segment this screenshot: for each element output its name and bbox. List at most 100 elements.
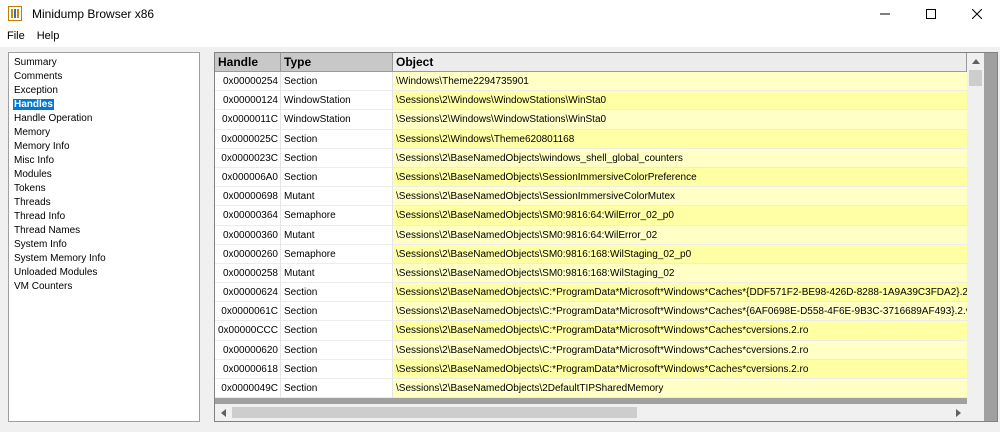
type-cell[interactable]: Section [281, 359, 393, 379]
type-cell[interactable]: Section [281, 379, 393, 399]
horizontal-scroll-thumb[interactable] [232, 407, 637, 418]
type-cell[interactable]: Section [281, 302, 393, 322]
object-cell[interactable]: \Sessions\2\Windows\Theme620801168 [393, 129, 967, 149]
table-row[interactable]: 0x00000124 WindowStation \Sessions\2\Windo… [215, 91, 967, 111]
handle-cell[interactable]: 0x00000258 [215, 263, 281, 284]
nav-item-modules[interactable]: Modules [13, 168, 199, 182]
table-row[interactable]: 0x00000360 Mutant \Sessions\2\BaseNamedObj… [215, 225, 967, 245]
nav-item-system-memory-info[interactable]: System Memory Info [13, 252, 199, 266]
handle-cell[interactable]: 0x0000049C [215, 379, 281, 399]
handle-cell[interactable]: 0x0000023C [215, 148, 281, 168]
object-cell[interactable]: \Windows\Theme2294735901 [393, 72, 967, 92]
type-cell[interactable]: Semaphore [281, 206, 393, 226]
object-cell[interactable]: \Sessions\2\BaseNamedObjects\SM0:9816:64… [393, 225, 967, 245]
type-cell[interactable]: Mutant [281, 263, 393, 284]
handle-cell[interactable]: 0x000006A0 [215, 167, 281, 188]
table-row[interactable]: 0x00000254 Section \Windows\Theme229473590… [215, 72, 967, 92]
maximize-button[interactable] [908, 0, 954, 27]
handle-cell[interactable]: 0x00000360 [215, 225, 281, 245]
handles-grid[interactable]: Handle Type Object 0x00000254 Section \Win… [214, 52, 998, 422]
menu-help[interactable]: Help [31, 27, 66, 47]
handle-cell[interactable]: 0x00000260 [215, 244, 281, 264]
handle-cell[interactable]: 0x00000254 [215, 72, 281, 92]
nav-item-memory-info[interactable]: Memory Info [13, 140, 199, 154]
menu-file[interactable]: File [0, 27, 31, 47]
table-row[interactable]: 0x00000364 Semaphore \Sessions\2\BaseNamed… [215, 206, 967, 226]
object-cell[interactable]: \Sessions\2\BaseNamedObjects\C:*ProgramD… [393, 321, 967, 341]
type-cell[interactable]: Mutant [281, 225, 393, 245]
type-cell[interactable]: Semaphore [281, 244, 393, 264]
object-cell[interactable]: \Sessions\2\BaseNamedObjects\SessionImme… [393, 167, 967, 188]
object-cell[interactable]: \Sessions\2\BaseNamedObjects\SM0:9816:16… [393, 263, 967, 284]
handle-cell[interactable]: 0x0000061C [215, 302, 281, 322]
nav-item-system-info[interactable]: System Info [13, 238, 199, 252]
scroll-left-button[interactable] [215, 404, 232, 421]
column-header-handle[interactable]: Handle [215, 53, 281, 72]
nav-item-exception[interactable]: Exception [13, 84, 199, 98]
type-cell[interactable]: Mutant [281, 187, 393, 207]
nav-item-vm-counters[interactable]: VM Counters [13, 280, 199, 294]
close-button[interactable] [954, 0, 1000, 27]
type-cell[interactable]: WindowStation [281, 110, 393, 130]
handle-cell[interactable]: 0x00000618 [215, 359, 281, 379]
scroll-up-button[interactable] [967, 53, 984, 70]
object-cell[interactable]: \Sessions\2\BaseNamedObjects\C:*ProgramD… [393, 359, 967, 379]
type-cell[interactable]: Section [281, 167, 393, 188]
scroll-right-button[interactable] [950, 404, 967, 421]
handle-cell[interactable]: 0x0000011C [215, 110, 281, 130]
object-cell[interactable]: \Sessions\2\BaseNamedObjects\SessionImme… [393, 187, 967, 207]
object-cell[interactable]: \Sessions\2\BaseNamedObjects\C:*ProgramD… [393, 302, 967, 322]
table-row[interactable]: 0x00000624 Section \Sessions\2\BaseNamedOb… [215, 283, 967, 303]
type-cell[interactable]: Section [281, 129, 393, 149]
object-cell[interactable]: \Sessions\2\BaseNamedObjects\C:*ProgramD… [393, 340, 967, 360]
table-row[interactable]: 0x0000011C WindowStation \Sessions\2\Windo… [215, 110, 967, 130]
table-row[interactable]: 0x0000023C Section \Sessions\2\BaseNamedOb… [215, 148, 967, 168]
table-row[interactable]: 0x0000049C Section \Sessions\2\BaseNamedOb… [215, 379, 967, 399]
handle-cell[interactable]: 0x00000CCC [215, 321, 281, 341]
table-row[interactable]: 0x00000260 Semaphore \Sessions\2\BaseNamed… [215, 244, 967, 264]
nav-item-comments[interactable]: Comments [13, 70, 199, 84]
type-cell[interactable]: Section [281, 72, 393, 92]
object-cell[interactable]: \Sessions\2\Windows\WindowStations\WinSt… [393, 110, 967, 130]
handle-cell[interactable]: 0x00000624 [215, 283, 281, 303]
type-cell[interactable]: Section [281, 321, 393, 341]
type-cell[interactable]: Section [281, 340, 393, 360]
object-cell[interactable]: \Sessions\2\BaseNamedObjects\SM0:9816:64… [393, 206, 967, 226]
nav-item-misc-info[interactable]: Misc Info [13, 154, 199, 168]
table-row[interactable]: 0x00000618 Section \Sessions\2\BaseNamedOb… [215, 359, 967, 379]
object-cell[interactable]: \Sessions\2\BaseNamedObjects\2DefaultTIP… [393, 379, 967, 399]
nav-item-threads[interactable]: Threads [13, 196, 199, 210]
object-cell[interactable]: \Sessions\2\BaseNamedObjects\windows_she… [393, 148, 967, 168]
table-row[interactable]: 0x00000620 Section \Sessions\2\BaseNamedOb… [215, 340, 967, 360]
table-row[interactable]: 0x00000CCC Section \Sessions\2\BaseNamedOb… [215, 321, 967, 341]
handle-cell[interactable]: 0x00000124 [215, 91, 281, 111]
nav-item-memory[interactable]: Memory [13, 126, 199, 140]
handle-cell[interactable]: 0x0000025C [215, 129, 281, 149]
type-cell[interactable]: WindowStation [281, 91, 393, 111]
nav-item-unloaded-modules[interactable]: Unloaded Modules [13, 266, 199, 280]
table-row[interactable]: 0x00000258 Mutant \Sessions\2\BaseNamedObj… [215, 263, 967, 284]
table-row[interactable]: 0x00000698 Mutant \Sessions\2\BaseNamedObj… [215, 187, 967, 207]
handle-cell[interactable]: 0x00000698 [215, 187, 281, 207]
handle-cell[interactable]: 0x00000620 [215, 340, 281, 360]
nav-item-handle-operation[interactable]: Handle Operation [13, 112, 199, 126]
object-cell[interactable]: \Sessions\2\BaseNamedObjects\SM0:9816:16… [393, 244, 967, 264]
minimize-button[interactable] [862, 0, 908, 27]
horizontal-scrollbar[interactable] [215, 404, 967, 421]
table-row[interactable]: 0x0000025C Section \Sessions\2\Windows\The… [215, 129, 967, 149]
nav-item-handles[interactable]: Handles [13, 98, 199, 112]
type-cell[interactable]: Section [281, 283, 393, 303]
type-cell[interactable]: Section [281, 148, 393, 168]
nav-item-summary[interactable]: Summary [13, 56, 199, 70]
nav-item-tokens[interactable]: Tokens [13, 182, 199, 196]
column-header-type[interactable]: Type [281, 53, 393, 72]
object-cell[interactable]: \Sessions\2\BaseNamedObjects\C:*ProgramD… [393, 283, 967, 303]
vertical-scrollbar[interactable] [967, 53, 984, 404]
nav-item-thread-names[interactable]: Thread Names [13, 224, 199, 238]
nav-item-thread-info[interactable]: Thread Info [13, 210, 199, 224]
table-row[interactable]: 0x0000061C Section \Sessions\2\BaseNamedOb… [215, 302, 967, 322]
table-row[interactable]: 0x000006A0 Section \Sessions\2\BaseNamedOb… [215, 167, 967, 188]
object-cell[interactable]: \Sessions\2\Windows\WindowStations\WinSt… [393, 91, 967, 111]
category-list[interactable]: Summary Comments Exception Handles Handl… [8, 52, 200, 422]
column-header-object[interactable]: Object [393, 53, 967, 72]
